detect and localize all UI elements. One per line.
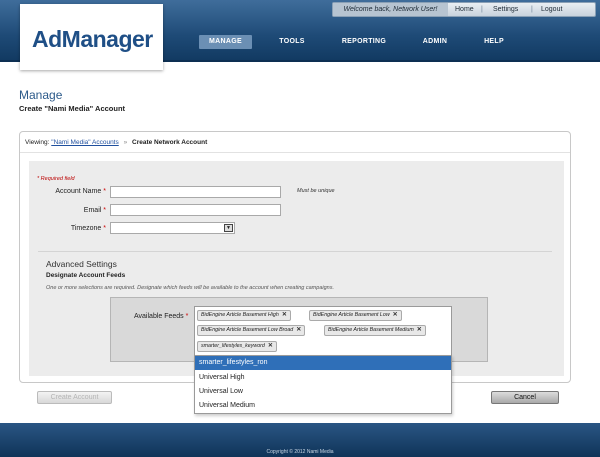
account-name-label: Account Name * [55,188,106,195]
required-note: * Required field [37,176,75,182]
dropdown-option[interactable]: smarter_lifestyles_ron [195,356,451,370]
remove-icon[interactable]: ✕ [393,312,398,318]
nav-manage[interactable]: MANAGE [199,35,252,49]
timezone-label: Timezone * [70,225,106,232]
advanced-settings-heading: Advanced Settings [46,259,117,269]
dropdown-option[interactable]: Universal Low [195,385,451,399]
feeds-note: One or more selections are required. Des… [46,285,334,291]
page-title: Manage [19,88,63,102]
feeds-heading: Designate Account Feeds [46,272,126,279]
page-subtitle: Create "Nami Media" Account [19,104,126,113]
logo-container[interactable]: AdManager [20,4,163,70]
nav-help[interactable]: HELP [477,35,511,49]
logo: AdManager [32,26,153,52]
unique-hint: Must be unique [297,188,335,194]
email-input[interactable] [110,204,281,216]
remove-icon[interactable]: ✕ [282,312,287,318]
separator: | [531,6,533,13]
timezone-select[interactable]: ▼ [110,222,235,234]
home-link[interactable]: Home [455,3,474,16]
email-label: Email * [83,207,106,214]
feed-chip: BidEngine Article Basement High ✕ [197,310,291,321]
nav-tools[interactable]: TOOLS [274,35,310,49]
feed-chip: BidEngine Article Basement Medium ✕ [324,325,426,336]
nav-reporting[interactable]: REPORTING [334,35,394,49]
section-divider [38,251,552,252]
divider [20,152,570,153]
breadcrumb-current: Create Network Account [132,139,208,146]
logout-link[interactable]: Logout [541,3,562,16]
remove-icon[interactable]: ✕ [268,343,273,349]
feed-chip: smarter_lifestyles_keyword ✕ [197,341,277,352]
settings-link[interactable]: Settings [493,3,518,16]
feed-chip: BidEngine Article Basement Low ✕ [309,310,402,321]
cancel-button[interactable]: Cancel [491,391,559,404]
separator: | [481,6,483,13]
user-bar: Welcome back, Network User! Home | Setti… [332,2,596,17]
breadcrumb-arrow: » [123,139,128,146]
dropdown-option[interactable]: Universal Medium [195,399,451,413]
breadcrumb-accounts-link[interactable]: "Nami Media" Accounts [51,139,118,146]
chevron-down-icon[interactable]: ▼ [224,224,233,232]
feed-chip: BidEngine Article Basement Low Broad ✕ [197,325,306,336]
dropdown-option[interactable]: Universal High [195,371,451,385]
account-name-input[interactable] [110,186,281,198]
remove-icon[interactable]: ✕ [417,327,422,333]
footer-copyright: Copyright © 2012 Nami Media [266,449,334,455]
remove-icon[interactable]: ✕ [296,327,301,333]
breadcrumb: Viewing: "Nami Media" Accounts » Create … [25,139,207,146]
create-account-button[interactable]: Create Account [37,391,112,404]
nav-admin[interactable]: ADMIN [418,35,452,49]
welcome-message: Welcome back, Network User! [333,3,448,16]
available-feeds-label: Available Feeds * [134,313,189,320]
breadcrumb-prefix: Viewing: [25,139,50,146]
feeds-dropdown: smarter_lifestyles_ron Universal High Un… [194,355,452,414]
